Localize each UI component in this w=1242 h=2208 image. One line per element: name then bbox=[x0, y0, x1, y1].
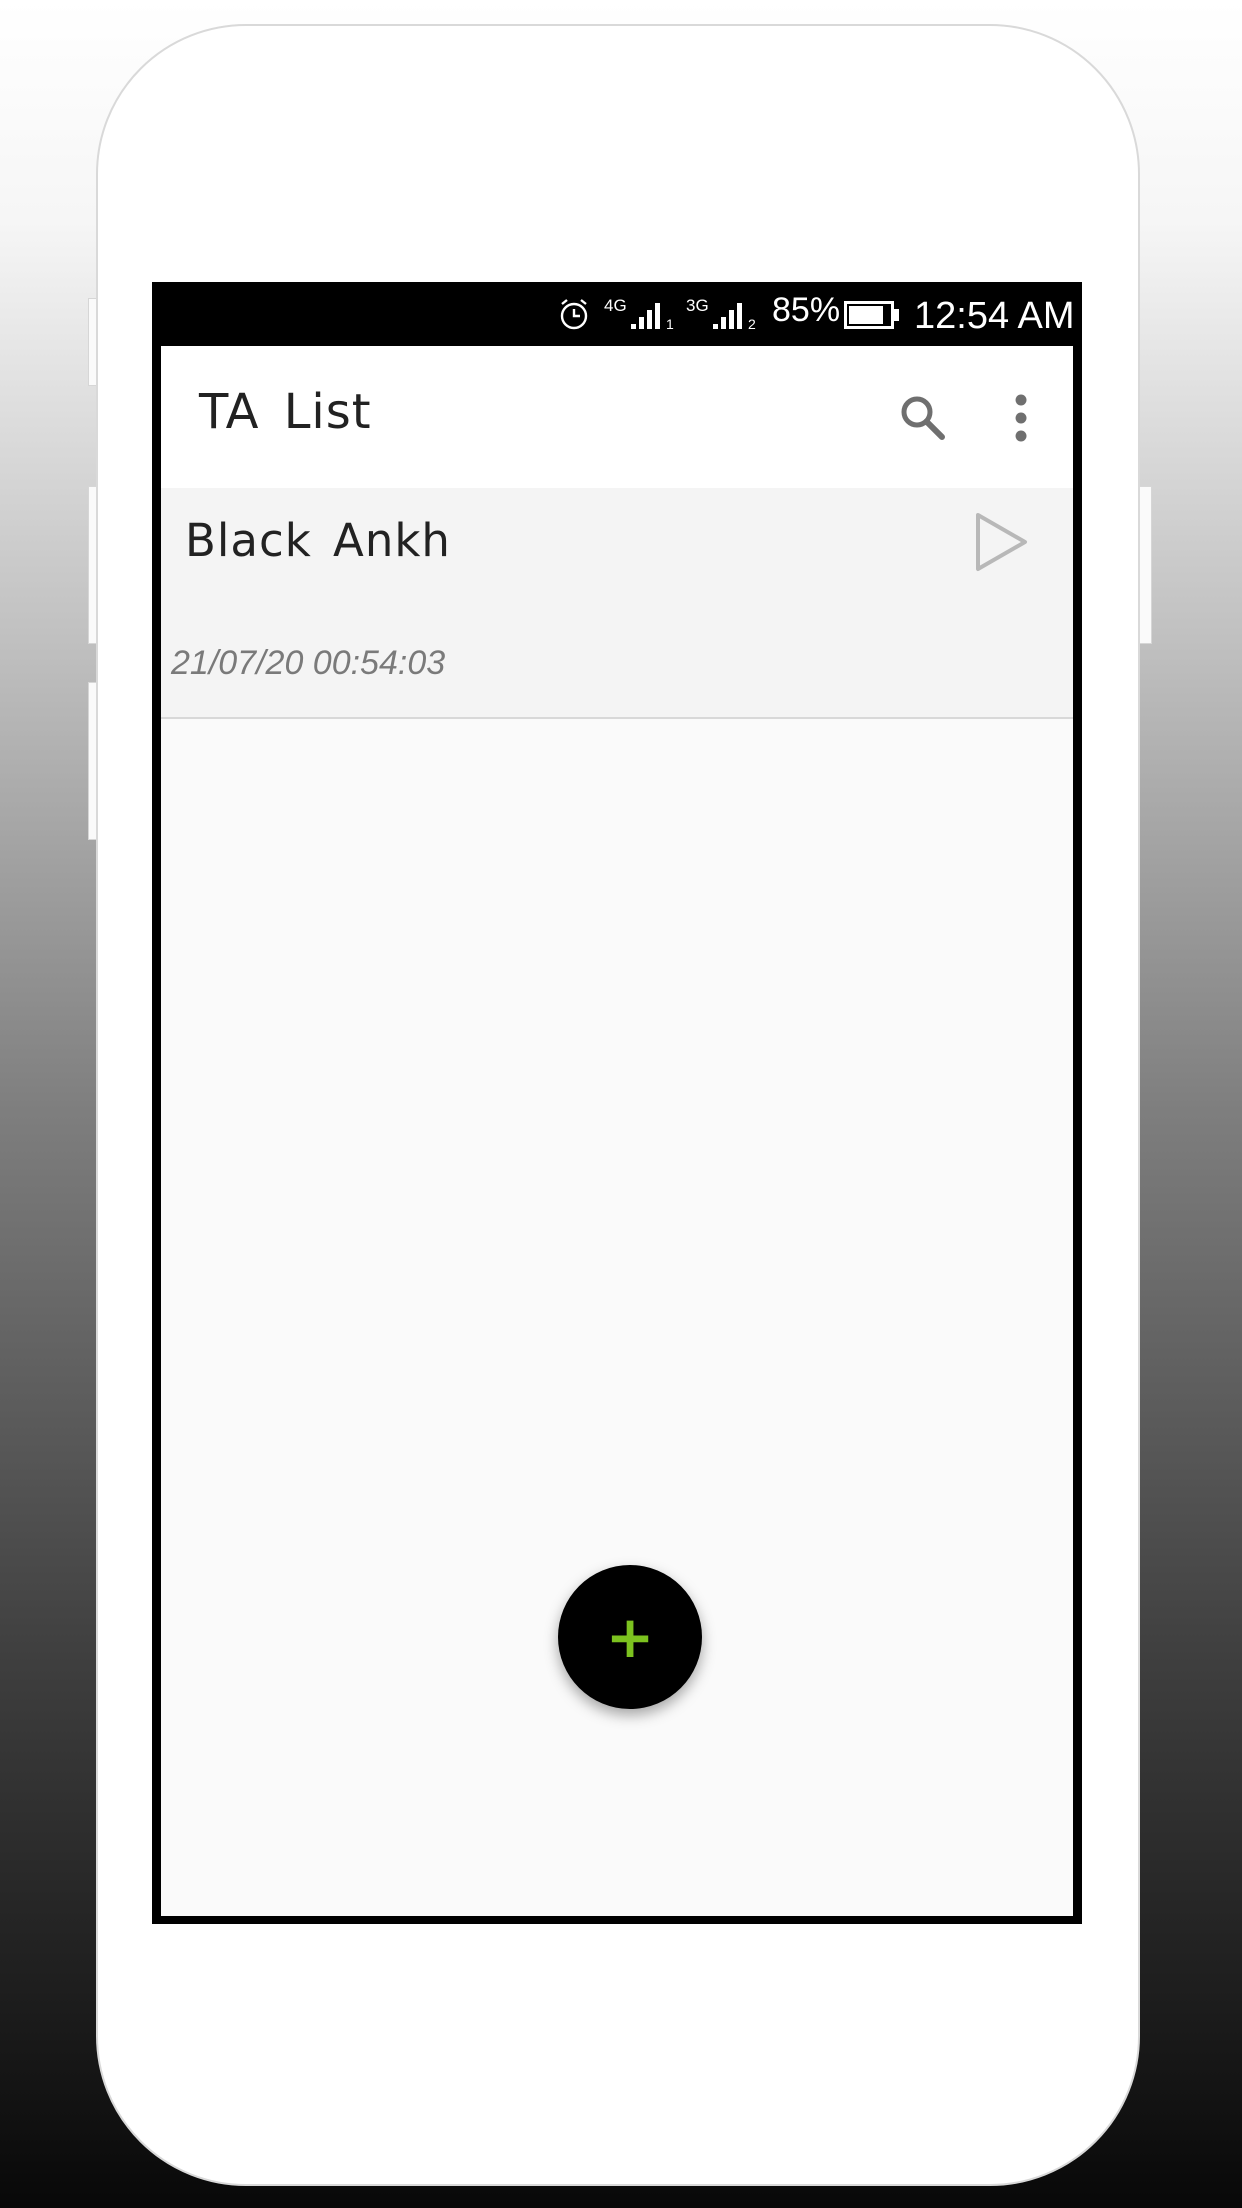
app-content: TA List Black Ankh 21/07/20 00:54:03 + bbox=[161, 346, 1073, 1916]
sim1-slot-label: 1 bbox=[666, 316, 674, 332]
item-name: Black Ankh bbox=[185, 514, 451, 567]
page-title: TA List bbox=[199, 384, 372, 440]
play-icon[interactable] bbox=[973, 510, 1031, 574]
sim2-signal-icon bbox=[713, 303, 742, 329]
more-vert-icon[interactable] bbox=[1011, 392, 1031, 444]
item-timestamp: 21/07/20 00:54:03 bbox=[171, 644, 446, 682]
sim1-network-label: 4G bbox=[604, 296, 627, 315]
add-fab-button[interactable]: + bbox=[558, 1565, 702, 1709]
search-icon[interactable] bbox=[897, 392, 947, 442]
battery-icon bbox=[844, 301, 899, 329]
add-icon: + bbox=[605, 1603, 655, 1671]
phone-screen: 4G 1 3G 2 85% 12:54 AM TA List Black Ank… bbox=[152, 282, 1082, 1924]
status-time: 12:54 AM bbox=[914, 295, 1075, 337]
status-bar: 4G 1 3G 2 85% 12:54 AM bbox=[152, 282, 1082, 346]
sim2-slot-label: 2 bbox=[748, 316, 756, 332]
battery-percent: 85% bbox=[772, 291, 841, 329]
list-item[interactable]: Black Ankh 21/07/20 00:54:03 bbox=[161, 488, 1073, 719]
sim2-network-label: 3G bbox=[686, 296, 709, 315]
sim1-signal-icon bbox=[631, 303, 660, 329]
app-toolbar: TA List bbox=[161, 346, 1073, 488]
alarm-clock-icon bbox=[560, 299, 588, 330]
